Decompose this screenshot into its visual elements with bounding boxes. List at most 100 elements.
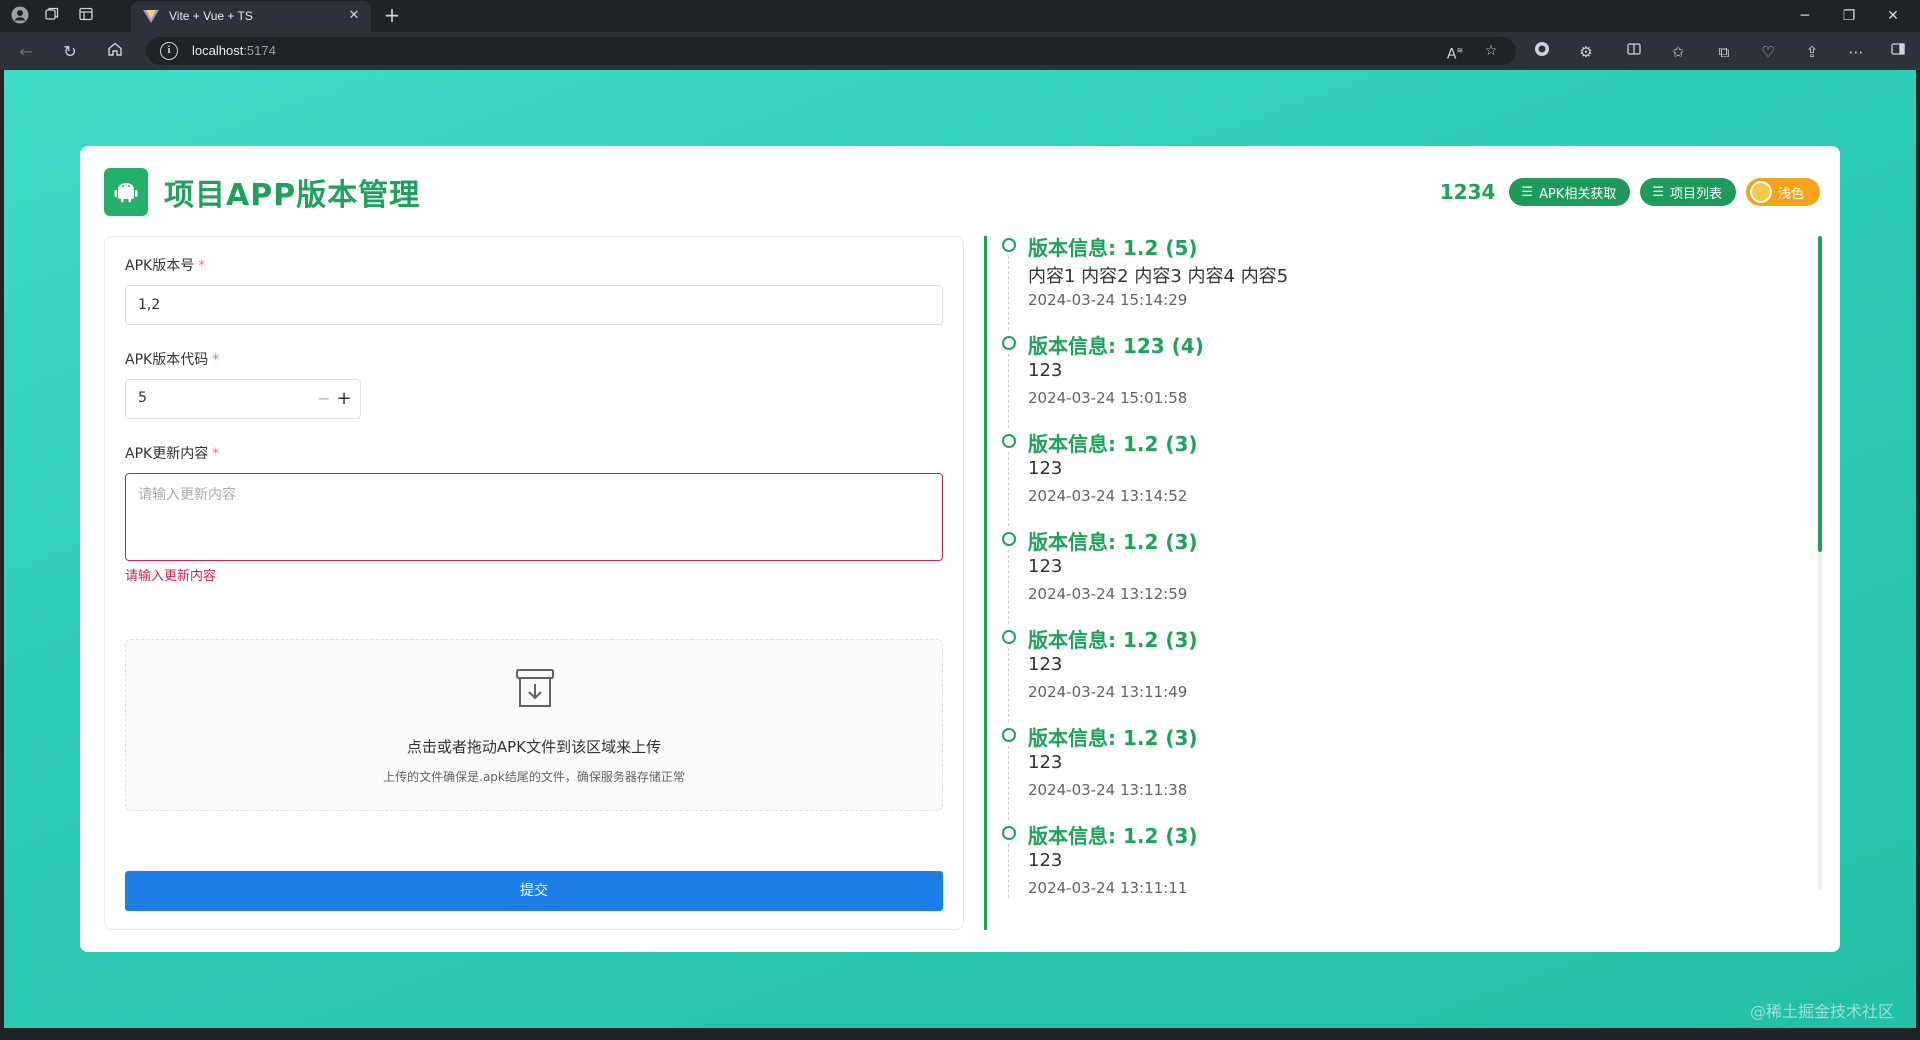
tab-close-icon[interactable]: ✕: [345, 7, 363, 25]
version-content: 123: [1028, 654, 1063, 675]
site-info-icon[interactable]: i: [160, 42, 178, 60]
favorites-icon[interactable]: ✩: [1666, 40, 1690, 64]
version-name-input[interactable]: 1,2: [125, 285, 943, 325]
apk-upload-form: APK版本号 * 1,2 APK版本代码 * 5 − + APK更新内容 * 请输入更…: [104, 236, 964, 930]
tab-title: Vite + Vue + TS: [169, 9, 253, 23]
timeline-item: 版本信息: 123 (4) 123 2024-03-24 15:01:58: [1000, 330, 1820, 428]
reload-icon[interactable]: ↻: [58, 40, 82, 64]
project-list-button[interactable]: ☰ 项目列表: [1640, 178, 1736, 206]
collections-icon[interactable]: ⧉: [1712, 40, 1736, 64]
version-content: 123: [1028, 360, 1063, 381]
main-card: 项目APP版本管理 1234 ☰ APK相关获取 ☰ 项目列表 浅色 APK版本…: [80, 146, 1840, 952]
taskbar-edge: [0, 1028, 1920, 1040]
update-content-label: APK更新内容 *: [125, 446, 220, 462]
version-date: 2024-03-24 15:01:58: [1028, 389, 1188, 407]
version-date: 2024-03-24 13:11:49: [1028, 683, 1188, 701]
share-icon[interactable]: ⇪: [1800, 40, 1824, 64]
timeline-connector: [1008, 844, 1009, 900]
timeline-dot-icon: [1002, 238, 1016, 252]
timeline-item: 版本信息: 1.2 (5) 内容1 内容2 内容3 内容4 内容5 2024-03-…: [1000, 232, 1820, 330]
version-date: 2024-03-24 13:11:11: [1028, 879, 1188, 897]
theme-toggle[interactable]: 浅色: [1746, 178, 1820, 206]
version-timeline[interactable]: 版本信息: 1.2 (5) 内容1 内容2 内容3 内容4 内容5 2024-03-…: [1000, 232, 1820, 900]
apk-info-button[interactable]: ☰ APK相关获取: [1509, 178, 1631, 206]
timeline-connector: [1008, 550, 1009, 624]
extensions-puzzle-icon[interactable]: ⚙: [1574, 40, 1598, 64]
timeline-dot-icon: [1002, 434, 1016, 448]
browser-tab-bar: Vite + Vue + TS ✕ + ─ ❐ ✕: [0, 0, 1920, 32]
version-title: 版本信息: 1.2 (3): [1028, 628, 1198, 652]
sun-icon: [1750, 181, 1772, 203]
minimize-icon[interactable]: ─: [1790, 4, 1820, 28]
version-code-stepper[interactable]: 5 − +: [125, 379, 361, 419]
home-icon[interactable]: [103, 40, 127, 64]
window-close-icon[interactable]: ✕: [1878, 4, 1908, 28]
favorite-star-icon[interactable]: ☆: [1480, 41, 1502, 61]
browser-essentials-icon[interactable]: ♡: [1756, 40, 1780, 64]
version-content: 123: [1028, 556, 1063, 577]
project-list-button-label: 项目列表: [1669, 186, 1722, 202]
version-date: 2024-03-24 13:12:59: [1028, 585, 1188, 603]
new-tab-icon[interactable]: +: [380, 4, 404, 28]
timeline-scrollbar[interactable]: [1818, 236, 1822, 890]
list-icon: ☰: [1521, 184, 1534, 200]
version-code-label: APK版本代码 *: [125, 352, 220, 368]
read-aloud-icon[interactable]: A≋: [1444, 41, 1466, 63]
apk-upload-dropzone[interactable]: 点击或者拖动APK文件到该区域来上传 上传的文件确保是.apk结尾的文件，确保服…: [125, 639, 943, 811]
timeline-connector: [1008, 746, 1009, 820]
sidebar-toggle-icon[interactable]: [1886, 40, 1910, 64]
version-name-label: APK版本号 *: [125, 258, 206, 274]
back-icon[interactable]: ←: [14, 40, 38, 64]
timeline-connector: [1008, 452, 1009, 526]
tab-actions-icon[interactable]: [76, 6, 96, 26]
list-icon: ☰: [1652, 184, 1664, 200]
timeline-item: 版本信息: 1.2 (3) 123 2024-03-24 13:12:59: [1000, 526, 1820, 624]
timeline-item: 版本信息: 1.2 (3) 123 2024-03-24 13:11:11: [1000, 820, 1820, 900]
vite-logo-icon: [143, 10, 159, 23]
timeline-item: 版本信息: 1.2 (3) 123 2024-03-24 13:11:38: [1000, 722, 1820, 820]
update-content-error: 请输入更新内容: [125, 569, 217, 584]
timeline-item: 版本信息: 1.2 (3) 123 2024-03-24 13:14:52: [1000, 428, 1820, 526]
browser-tab-active[interactable]: Vite + Vue + TS ✕: [131, 1, 371, 32]
page-title: 项目APP版本管理: [164, 178, 421, 213]
scrollbar-thumb[interactable]: [1818, 236, 1822, 552]
version-date: 2024-03-24 15:14:29: [1028, 291, 1188, 309]
version-title: 版本信息: 1.2 (5): [1028, 236, 1198, 260]
extension-record-icon[interactable]: [1530, 40, 1554, 64]
timeline-item: 版本信息: 1.2 (3) 123 2024-03-24 13:11:49: [1000, 624, 1820, 722]
version-code-value[interactable]: 5: [138, 390, 147, 406]
username-label: 1234: [1439, 180, 1496, 204]
workspaces-icon[interactable]: [42, 6, 62, 26]
update-content-textarea[interactable]: 请输入更新内容: [125, 473, 943, 561]
timeline-divider: [984, 236, 987, 930]
apk-info-button-label: APK相关获取: [1539, 186, 1617, 202]
version-content: 123: [1028, 850, 1063, 871]
url-text: localhost:5174: [192, 43, 276, 58]
version-content: 内容1 内容2 内容3 内容4 内容5: [1028, 266, 1289, 287]
timeline-connector: [1008, 256, 1009, 330]
version-title: 版本信息: 123 (4): [1028, 334, 1204, 358]
version-content: 123: [1028, 752, 1063, 773]
timeline-dot-icon: [1002, 532, 1016, 546]
split-screen-icon[interactable]: [1622, 40, 1646, 64]
theme-toggle-label: 浅色: [1778, 186, 1805, 202]
more-menu-icon[interactable]: ⋯: [1844, 40, 1868, 64]
version-title: 版本信息: 1.2 (3): [1028, 432, 1198, 456]
decrement-icon[interactable]: −: [316, 388, 332, 410]
restore-icon[interactable]: ❐: [1834, 4, 1864, 28]
increment-icon[interactable]: +: [336, 388, 352, 410]
page-viewport: 项目APP版本管理 1234 ☰ APK相关获取 ☰ 项目列表 浅色 APK版本…: [4, 70, 1916, 1028]
version-content: 123: [1028, 458, 1063, 479]
timeline-connector: [1008, 354, 1009, 428]
timeline-dot-icon: [1002, 630, 1016, 644]
android-app-logo-icon: [104, 168, 148, 216]
inbox-download-icon: [516, 669, 554, 707]
timeline-dot-icon: [1002, 728, 1016, 742]
profile-avatar-icon[interactable]: [10, 6, 30, 26]
timeline-dot-icon: [1002, 336, 1016, 350]
upload-hint-main: 点击或者拖动APK文件到该区域来上传: [406, 738, 662, 756]
submit-button[interactable]: 提交: [125, 871, 943, 911]
address-bar[interactable]: i localhost:5174 A≋ ☆: [146, 37, 1516, 65]
version-title: 版本信息: 1.2 (3): [1028, 824, 1198, 848]
version-title: 版本信息: 1.2 (3): [1028, 726, 1198, 750]
